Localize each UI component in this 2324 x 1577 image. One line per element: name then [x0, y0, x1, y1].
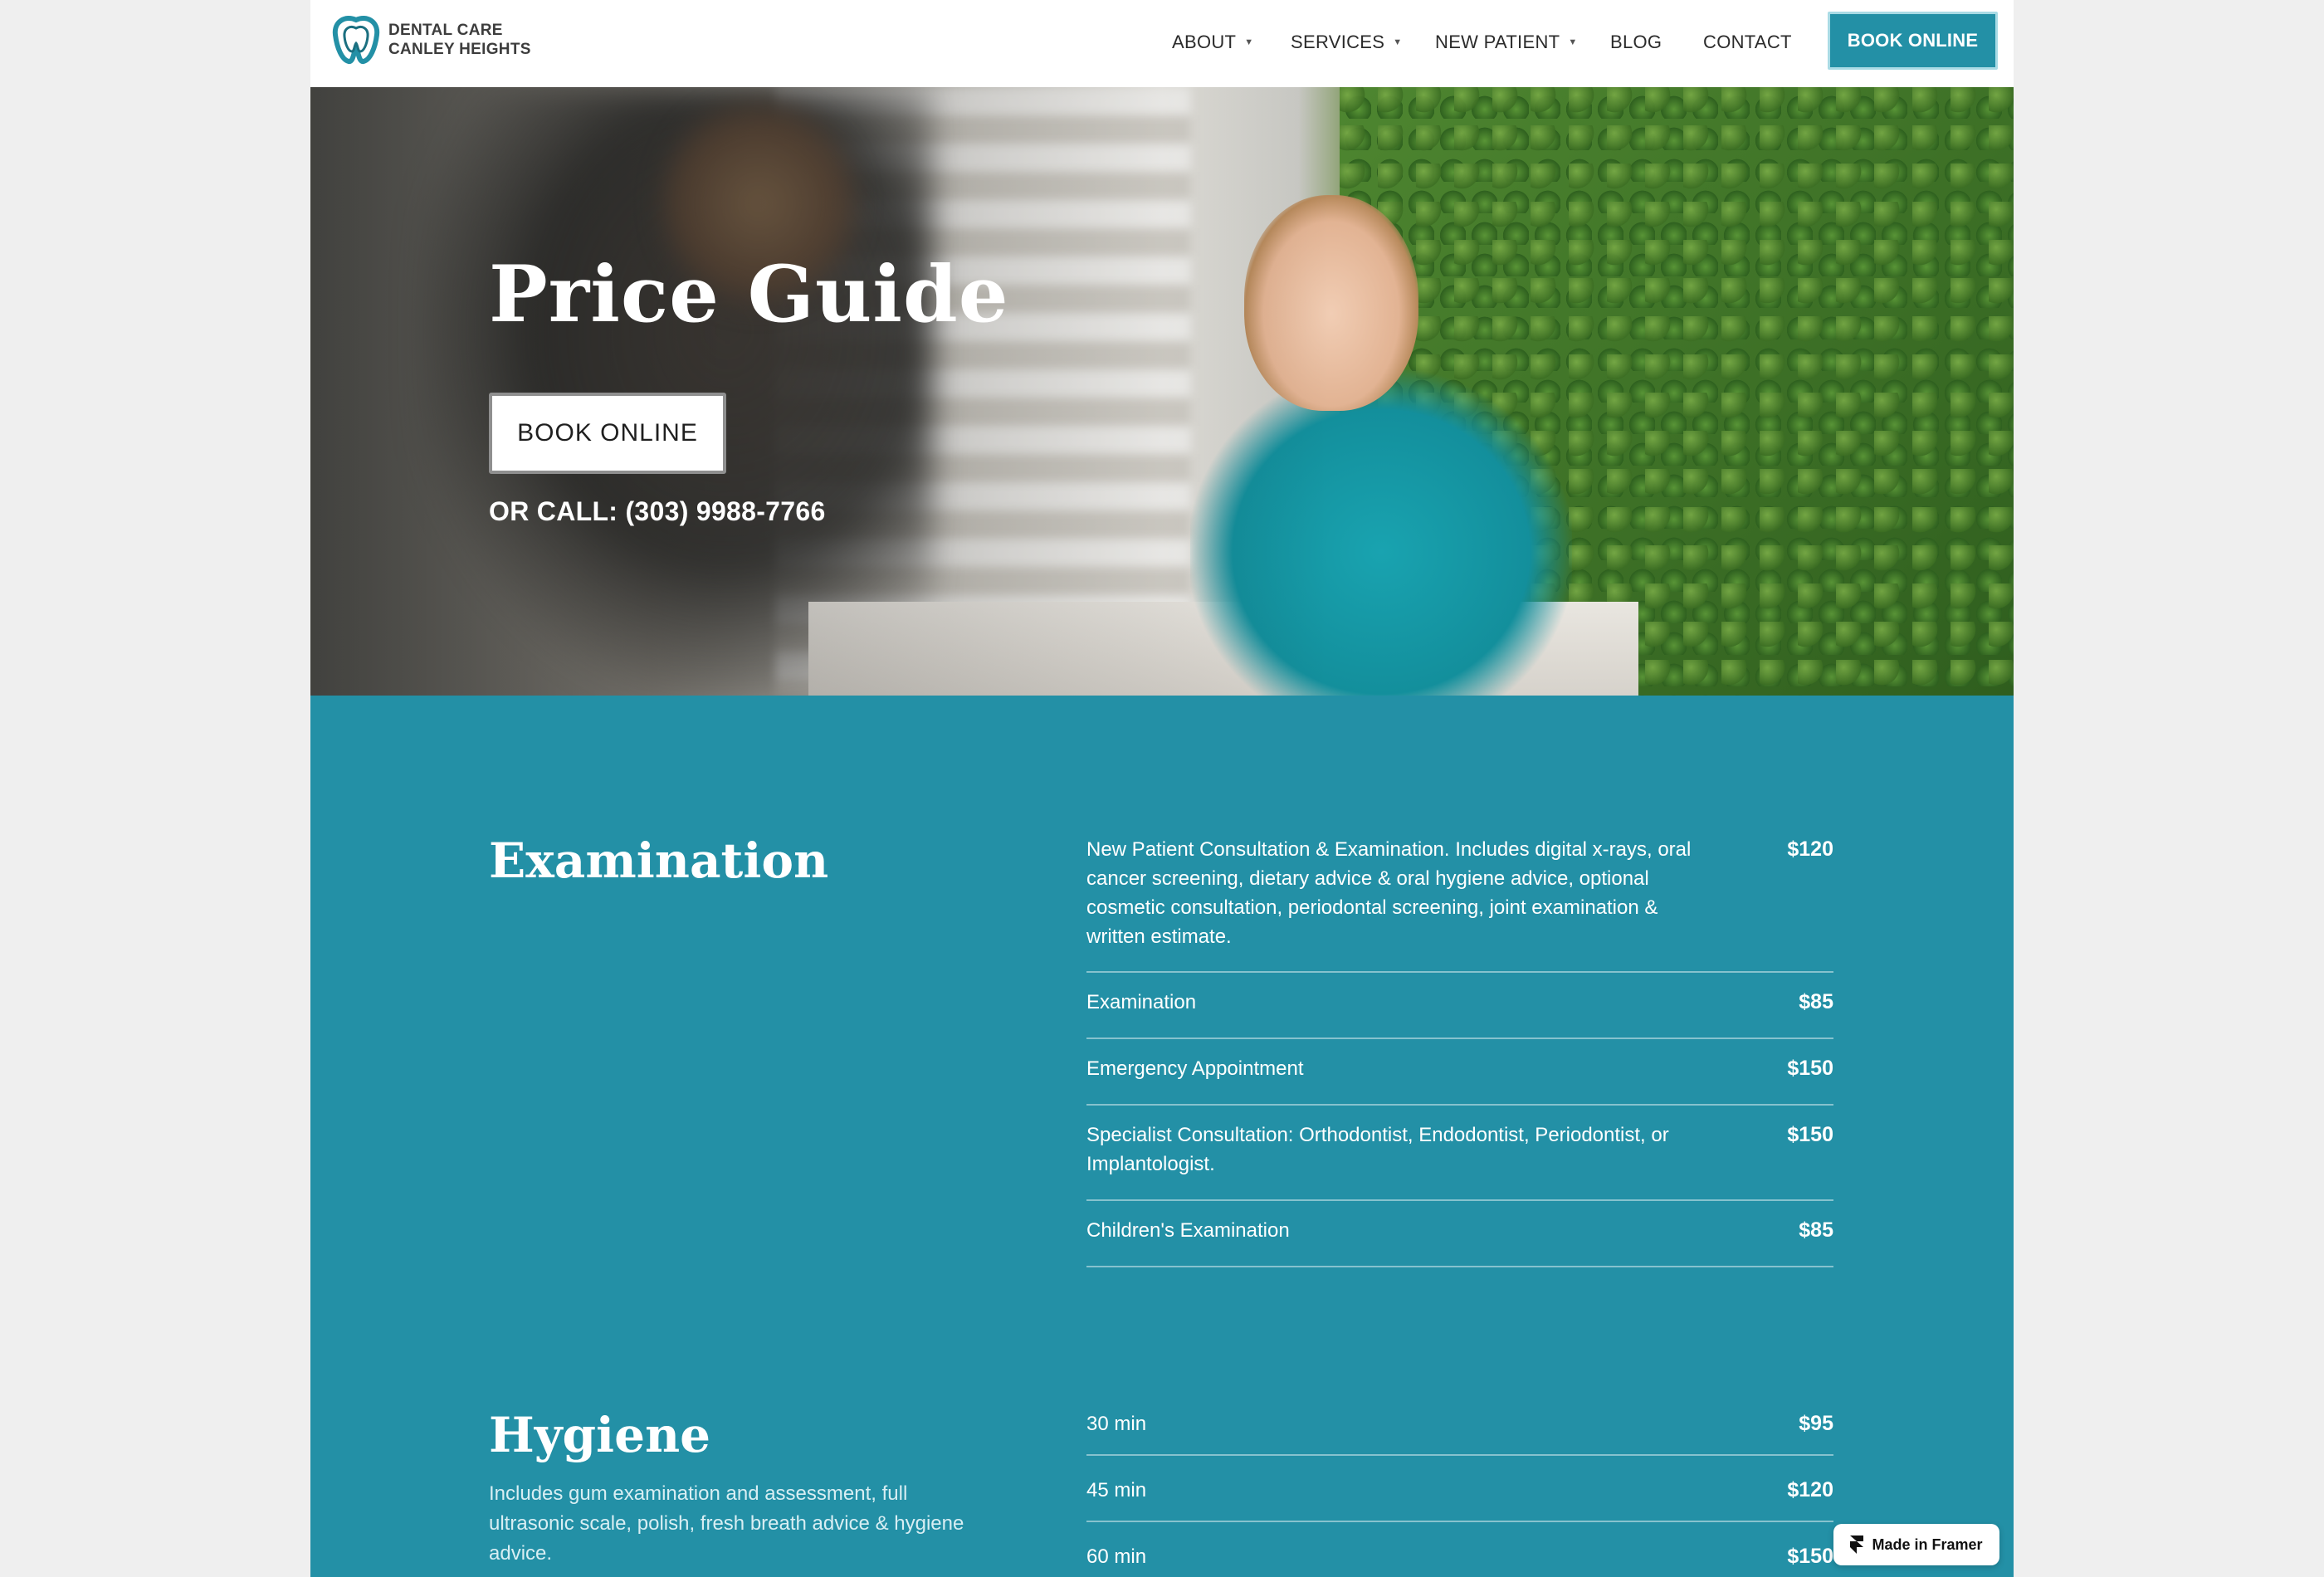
price-description: Emergency Appointment	[1086, 1057, 1304, 1080]
nav-item-contact[interactable]: CONTACT	[1703, 30, 1792, 55]
price-value: $120	[1787, 1478, 1833, 1501]
framer-icon	[1850, 1536, 1864, 1554]
row-divider	[1086, 1266, 1833, 1267]
examination-title: Examination	[489, 832, 829, 889]
price-row: Emergency Appointment $150	[1086, 1054, 1833, 1083]
price-value: $95	[1799, 1412, 1833, 1435]
hero-book-online-button[interactable]: BOOK ONLINE	[489, 393, 726, 474]
price-description: New Patient Consultation & Examination. …	[1086, 838, 1692, 948]
hygiene-description: Includes gum examination and assessment,…	[489, 1482, 964, 1565]
row-divider	[1086, 1454, 1833, 1456]
nav-item-services[interactable]: SERVICES ▼	[1291, 30, 1402, 55]
price-value: $150	[1787, 1123, 1833, 1146]
row-divider	[1086, 1038, 1833, 1039]
price-value: $150	[1787, 1057, 1833, 1080]
price-description: 30 min	[1086, 1413, 1147, 1435]
price-row: 60 min $150	[1086, 1542, 1833, 1571]
hero-banner: Price Guide BOOK ONLINE OR CALL: (303) 9…	[310, 87, 2014, 696]
pricing-section: Examination New Patient Consultation & E…	[310, 696, 2014, 1577]
framer-badge-label: Made in Framer	[1872, 1536, 1983, 1553]
price-row: Examination $85	[1086, 988, 1833, 1017]
price-row: Specialist Consultation: Orthodontist, E…	[1086, 1120, 1833, 1179]
page: DENTAL CARE CANLEY HEIGHTS ABOUT ▼ SERVI…	[310, 0, 2014, 1577]
price-description: Examination	[1086, 991, 1197, 1013]
price-description: Children's Examination	[1086, 1219, 1290, 1242]
chevron-down-icon: ▼	[1393, 37, 1403, 47]
site-header: DENTAL CARE CANLEY HEIGHTS ABOUT ▼ SERVI…	[310, 0, 2014, 87]
made-in-framer-badge[interactable]: Made in Framer	[1833, 1524, 1999, 1565]
price-description: 45 min	[1086, 1479, 1147, 1501]
nav-label-services: SERVICES	[1291, 32, 1385, 52]
price-value: $120	[1787, 837, 1833, 861]
price-row: 45 min $120	[1086, 1476, 1833, 1505]
chevron-down-icon: ▼	[1244, 37, 1254, 47]
page-title: Price Guide	[489, 249, 1009, 340]
nav-label-blog: BLOG	[1610, 32, 1662, 52]
chevron-down-icon: ▼	[1568, 37, 1578, 47]
hygiene-title: Hygiene	[489, 1407, 711, 1463]
price-value: $85	[1799, 990, 1833, 1013]
nav-label-new-patient: NEW PATIENT	[1435, 32, 1560, 52]
hero-call-link[interactable]: OR CALL: (303) 9988-7766	[489, 496, 826, 527]
nav-item-new-patient[interactable]: NEW PATIENT ▼	[1435, 30, 1578, 55]
price-row: Children's Examination $85	[1086, 1216, 1833, 1245]
nav-item-blog[interactable]: BLOG	[1610, 30, 1662, 55]
main-nav: ABOUT ▼ SERVICES ▼ NEW PATIENT ▼ BLOG CO…	[310, 0, 2014, 87]
price-description: 60 min	[1086, 1545, 1147, 1568]
header-book-online-button[interactable]: BOOK ONLINE	[1828, 12, 1998, 70]
nav-label-about: ABOUT	[1172, 32, 1237, 52]
row-divider	[1086, 1199, 1833, 1201]
nav-label-contact: CONTACT	[1703, 32, 1792, 52]
row-divider	[1086, 1521, 1833, 1522]
nav-item-about[interactable]: ABOUT ▼	[1172, 30, 1253, 55]
row-divider	[1086, 1104, 1833, 1106]
hero-overlay	[310, 87, 2014, 696]
price-row: 30 min $95	[1086, 1409, 1833, 1438]
price-value: $85	[1799, 1218, 1833, 1242]
price-row: New Patient Consultation & Examination. …	[1086, 835, 1833, 951]
price-description: Specialist Consultation: Orthodontist, E…	[1086, 1124, 1669, 1175]
row-divider	[1086, 971, 1833, 973]
price-value: $150	[1787, 1545, 1833, 1568]
